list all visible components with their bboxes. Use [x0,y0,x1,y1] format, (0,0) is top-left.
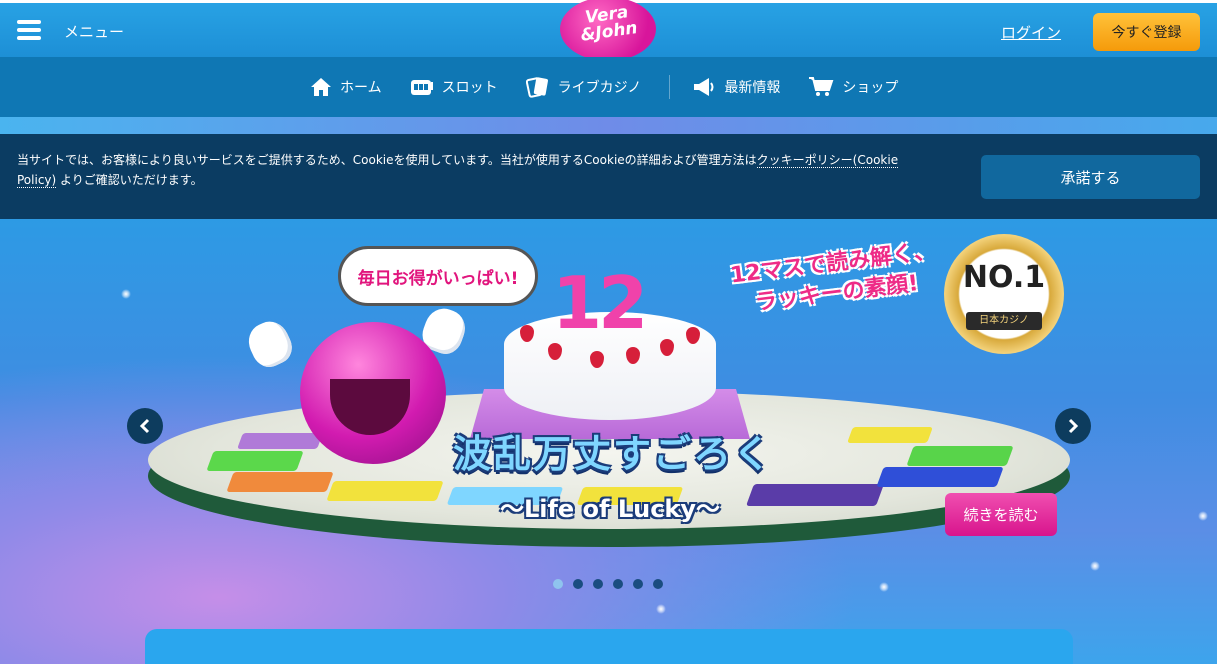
carousel-dot[interactable] [573,579,583,589]
nav-item-slots[interactable]: スロット [410,77,498,97]
cake-number: 12 [552,261,648,345]
board-tile [226,472,334,492]
carousel-dot[interactable] [593,579,603,589]
campaign-subtitle: 〜Life of Lucky〜 [499,495,721,523]
carousel-dot[interactable] [613,579,623,589]
left-glove [242,315,298,373]
login-link[interactable]: ログイン [1001,22,1061,43]
carousel-dot[interactable] [653,579,663,589]
slogan: 12マスで読み解く、 ラッキーの素顔! [729,238,938,316]
board-tile [237,433,323,449]
vera-john-logo[interactable]: Vera &John [560,0,656,61]
carousel-dot[interactable] [553,579,563,589]
nav-item-shop[interactable]: ショップ [808,76,898,98]
sparkle [879,582,889,592]
hero-carousel: 12 毎日お得がいっぱい! 12マスで読み解く、 ラッキーの素顔! NO.1 日… [0,219,1217,664]
board-tile [906,446,1014,466]
board-tile [876,467,1004,487]
carousel-pagination [553,579,673,589]
no1-badge: NO.1 日本カジノ [944,234,1064,354]
sparkle [121,289,131,299]
top-bar: メニュー Vera &John ログイン 今すぐ登録 [0,0,1217,61]
nav-item-news[interactable]: 最新情報 [692,76,780,98]
content-panel [145,629,1073,664]
cards-icon [525,77,548,98]
cookie-banner: 当サイトでは、お客様により良いサービスをご提供するため、Cookieを使用してい… [0,134,1217,219]
nav-item-live-casino[interactable]: ライブカジノ [525,76,641,98]
board-tile [847,427,933,443]
sparkle [1090,561,1100,571]
cookie-message: 当サイトでは、お客様により良いサービスをご提供するため、Cookieを使用してい… [17,153,899,188]
cart-icon [809,77,834,96]
nav-item-home[interactable]: ホーム [310,77,382,97]
slot-machine-icon [410,80,433,95]
chevron-left-icon [139,418,150,434]
carousel-prev-button[interactable] [127,408,163,444]
board-tile [745,484,885,506]
accept-cookies-button[interactable]: 承諾する [981,155,1200,199]
sparkle [656,604,666,614]
campaign-title: 波乱万丈すごろく [452,432,773,476]
sparkle [1198,511,1208,521]
chevron-right-icon [1068,418,1079,434]
hamburger-menu-icon[interactable] [17,20,41,42]
carousel-dot[interactable] [633,579,643,589]
board-tile [326,481,444,501]
home-icon [311,78,331,96]
megaphone-icon [694,78,714,96]
board-tile [206,451,304,471]
speech-bubble: 毎日お得がいっぱい! [338,246,538,306]
nav-divider [669,75,671,99]
carousel-next-button[interactable] [1055,408,1091,444]
register-button[interactable]: 今すぐ登録 [1093,13,1200,51]
read-more-button[interactable]: 続きを読む [945,493,1057,536]
menu-label[interactable]: メニュー [64,21,124,42]
main-nav: ホーム スロット ライブカジノ 最新情報 ショップ [0,57,1217,117]
decorative-strip [0,117,1217,134]
